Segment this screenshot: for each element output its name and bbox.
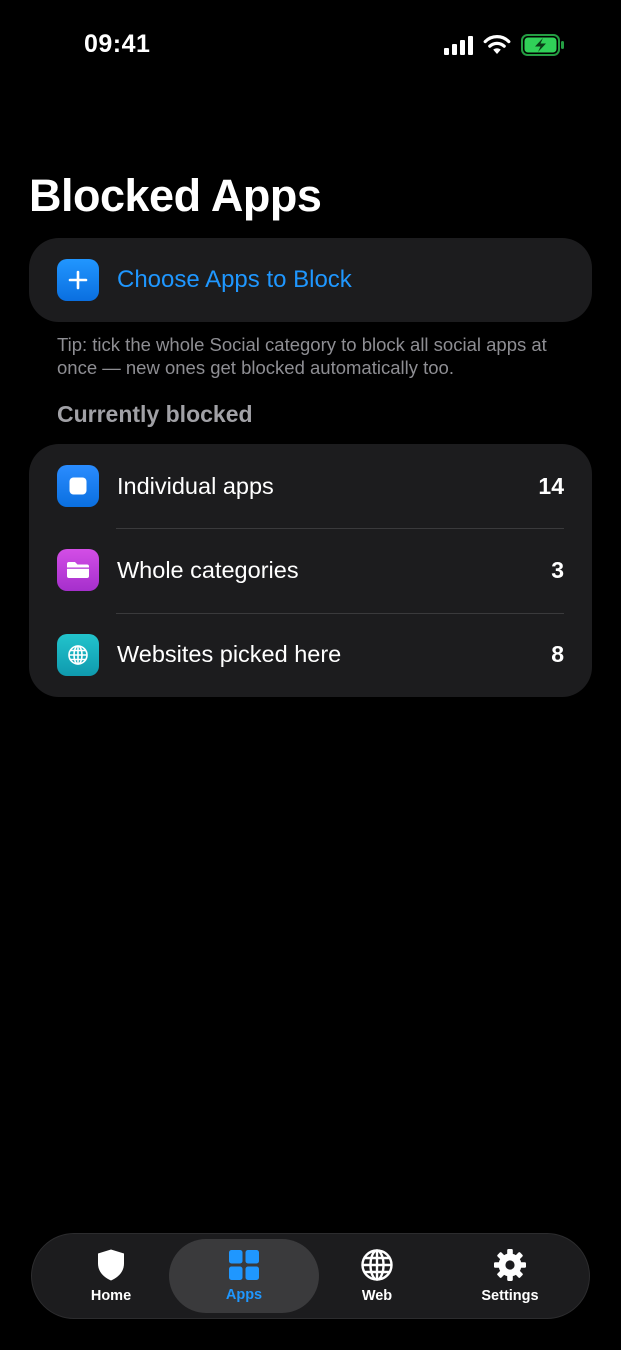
- tab-apps[interactable]: Apps: [169, 1239, 319, 1313]
- status-bar: 09:41: [0, 0, 621, 90]
- choose-apps-button[interactable]: Choose Apps to Block: [29, 238, 592, 322]
- tab-label: Settings: [481, 1288, 539, 1304]
- list-item-websites[interactable]: Websites picked here 8: [29, 612, 592, 697]
- tab-home[interactable]: Home: [36, 1234, 186, 1318]
- status-time: 09:41: [84, 30, 151, 58]
- choose-apps-label: Choose Apps to Block: [117, 266, 352, 293]
- globe-icon: [57, 633, 99, 676]
- tab-web[interactable]: Web: [302, 1234, 452, 1318]
- plus-icon: [57, 259, 99, 301]
- tab-label: Apps: [225, 1287, 263, 1303]
- row-count: 8: [551, 641, 564, 668]
- tip-text: Tip: tick the whole Social category to b…: [57, 334, 547, 378]
- tab-label: Home: [90, 1288, 132, 1304]
- cellular-signal-icon: [444, 35, 473, 55]
- grid-icon: [229, 1250, 259, 1280]
- tab-bar: Home Apps Web Settings: [31, 1233, 590, 1319]
- page-title: Blocked Apps: [29, 170, 322, 221]
- section-header: Currently blocked: [57, 401, 253, 427]
- app-square-icon: [57, 465, 99, 508]
- row-label: Individual apps: [117, 472, 274, 499]
- list-item-whole-categories[interactable]: Whole categories 3: [29, 528, 592, 612]
- blocked-list: Individual apps 14 Whole categories 3 We…: [29, 444, 592, 697]
- row-count: 14: [538, 472, 564, 499]
- status-icons: [444, 34, 565, 56]
- tab-label: Web: [361, 1288, 393, 1304]
- list-item-individual-apps[interactable]: Individual apps 14: [29, 444, 592, 528]
- row-label: Websites picked here: [117, 641, 342, 668]
- folder-icon: [57, 549, 99, 592]
- battery-charging-icon: [521, 34, 564, 56]
- tab-settings[interactable]: Settings: [435, 1234, 585, 1318]
- gear-icon: [494, 1249, 526, 1281]
- row-count: 3: [551, 556, 564, 583]
- wifi-icon: [483, 34, 511, 54]
- globe-icon: [361, 1249, 393, 1281]
- shield-icon: [98, 1249, 124, 1281]
- row-label: Whole categories: [117, 556, 299, 583]
